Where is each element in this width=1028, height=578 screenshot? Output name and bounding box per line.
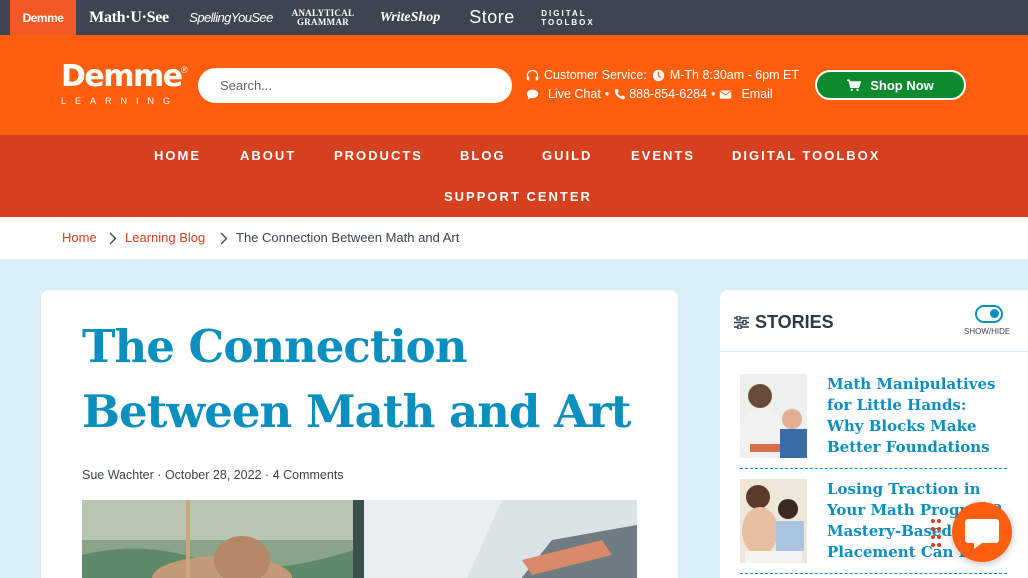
drag-handle-icon[interactable]: [930, 518, 942, 550]
breadcrumb-home-link[interactable]: Home: [62, 230, 97, 245]
headset-icon: [526, 69, 539, 81]
clock-icon: [652, 69, 664, 82]
separator-bullet: •: [711, 87, 716, 101]
brand-analytical-grammar-link[interactable]: ANALYTICAL GRAMMAR: [290, 0, 356, 35]
story-thumbnail: [740, 479, 807, 563]
search-input[interactable]: [198, 68, 512, 103]
brand-demme-link[interactable]: Demme: [10, 0, 76, 35]
separator-bullet: •: [604, 87, 610, 101]
brand-bar: Demme Math·U·See SpellingYouSee ANALYTIC…: [0, 0, 1028, 35]
comments-link[interactable]: 4 Comments: [273, 468, 344, 482]
nav-item-home[interactable]: HOME: [154, 148, 201, 163]
logo-subtitle: LEARNING: [61, 96, 180, 106]
chevron-right-icon: [109, 232, 117, 245]
site-header: Demme LEARNING ® Customer Service: M-Th …: [0, 35, 1028, 135]
demme-learning-logo[interactable]: Demme LEARNING ®: [61, 61, 191, 111]
meta-separator: ·: [157, 468, 162, 482]
phone-icon: [614, 89, 625, 100]
brand-store-link[interactable]: Store: [462, 0, 522, 35]
logo-wordmark: Demme: [61, 59, 183, 94]
sliders-icon: [734, 316, 749, 329]
show-hide-label: SHOW/HIDE: [964, 327, 1011, 336]
chat-widget-button[interactable]: [952, 502, 1012, 562]
brand-dt-line2: TOOLBOX: [541, 17, 595, 27]
breadcrumb-current: The Connection Between Math and Art: [236, 230, 460, 245]
nav-item-products[interactable]: PRODUCTS: [334, 148, 423, 163]
toggle-knob: [990, 309, 999, 318]
nav-item-events[interactable]: EVENTS: [631, 148, 695, 163]
nav-item-guild[interactable]: GUILD: [542, 148, 592, 163]
main-nav: HOME ABOUT PRODUCTS BLOG GUILD EVENTS DI…: [0, 135, 1028, 217]
article-hero-image: [82, 500, 637, 578]
phone-link[interactable]: 888-854-6284: [629, 85, 707, 104]
service-hours: M-Th 8:30am - 6pm ET: [669, 68, 800, 82]
customer-service-label: Customer Service:: [544, 68, 647, 82]
brand-mathusee-link[interactable]: Math·U·See: [86, 0, 172, 35]
email-link[interactable]: Email: [741, 85, 772, 104]
breadcrumb-learning-blog-link[interactable]: Learning Blog: [125, 230, 205, 245]
logo-registered-mark: ®: [181, 65, 188, 75]
chat-bubble-icon: [965, 519, 999, 549]
article-date: October 28, 2022: [164, 468, 262, 482]
chat-bubble-icon: [526, 89, 539, 100]
story-title-link[interactable]: Math Manipulatives for Little Hands: Why…: [827, 374, 1007, 458]
story-item[interactable]: Math Manipulatives for Little Hands: Why…: [740, 374, 1007, 469]
stories-header: STORIES SHOW/HIDE: [720, 290, 1028, 352]
brand-dt-line1: DIGITAL: [541, 8, 587, 18]
shopping-cart-icon: [847, 78, 862, 91]
author-link[interactable]: Sue Wachter: [82, 468, 154, 482]
shop-now-button[interactable]: Shop Now: [815, 70, 966, 100]
nav-item-about[interactable]: ABOUT: [240, 148, 296, 163]
chevron-right-icon: [220, 232, 228, 245]
brand-writeshop-link[interactable]: WriteShop: [372, 0, 448, 35]
breadcrumb: Home Learning Blog The Connection Betwee…: [0, 217, 1028, 260]
brand-ag-line2: GRAMMAR: [296, 16, 350, 27]
brand-spellingyousee-link[interactable]: SpellingYouSee: [189, 0, 273, 35]
article-card: The Connection Between Math and Art Sue …: [41, 290, 678, 578]
envelope-icon: [720, 90, 732, 99]
article-title: The Connection Between Math and Art: [82, 320, 631, 438]
story-thumbnail: [740, 374, 807, 458]
brand-digital-toolbox-link[interactable]: DIGITAL TOOLBOX: [538, 0, 598, 35]
nav-item-digital-toolbox[interactable]: DIGITAL TOOLBOX: [732, 148, 880, 163]
article-meta: Sue Wachter · October 28, 2022 · 4 Comme…: [82, 468, 344, 482]
stories-heading: STORIES: [755, 312, 834, 332]
nav-item-blog[interactable]: BLOG: [460, 148, 506, 163]
shop-now-label: Shop Now: [870, 77, 934, 93]
nav-item-support-center[interactable]: SUPPORT CENTER: [444, 189, 592, 204]
show-hide-toggle[interactable]: [975, 305, 1003, 323]
customer-service-info: Customer Service: M-Th 8:30am - 6pm ET L…: [526, 66, 799, 104]
live-chat-link[interactable]: Live Chat: [548, 85, 601, 104]
meta-separator: ·: [265, 468, 270, 482]
